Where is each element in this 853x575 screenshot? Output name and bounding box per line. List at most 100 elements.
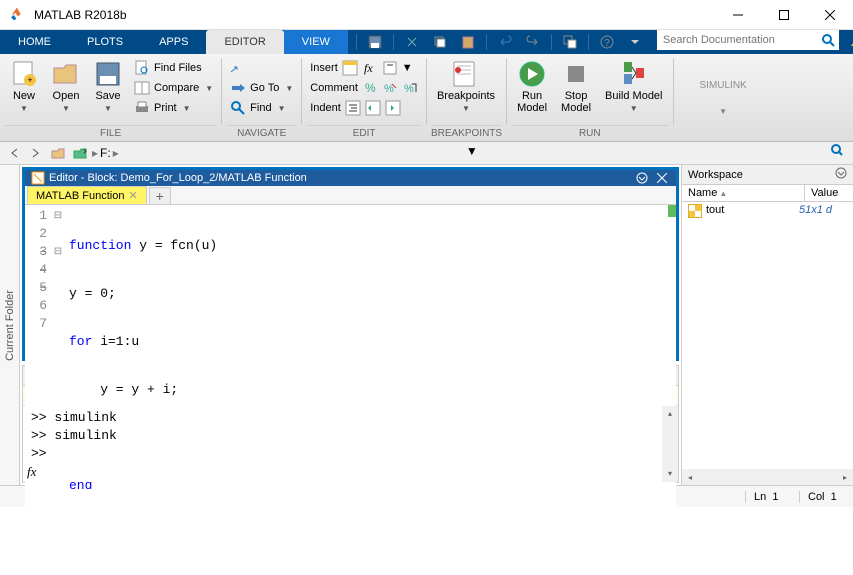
- workspace-col-name[interactable]: Name▲: [682, 185, 805, 201]
- svg-text:+: +: [27, 75, 32, 85]
- status-col: Col 1: [799, 491, 845, 503]
- code-analyzer-marker[interactable]: [668, 205, 676, 217]
- minimize-button[interactable]: [715, 0, 761, 30]
- goto-button[interactable]: Go To▼: [226, 78, 297, 98]
- editor-panel-close-icon[interactable]: [654, 170, 670, 186]
- status-line: Ln 1: [745, 491, 791, 503]
- goto-icon: [230, 80, 246, 96]
- workspace-title: Workspace: [688, 169, 743, 181]
- svg-text:%: %: [404, 83, 414, 95]
- svg-text:?: ?: [604, 38, 610, 49]
- nav-up-button[interactable]: [48, 144, 68, 162]
- new-button[interactable]: + New ▼: [4, 56, 44, 117]
- tab-editor[interactable]: EDITOR: [206, 30, 283, 54]
- add-tab-button[interactable]: +: [149, 187, 171, 204]
- command-window-body[interactable]: >> simulink >> simulink >> fx ▴▾: [23, 406, 678, 482]
- stop-icon: [562, 60, 590, 88]
- editor-panel-icon: [31, 171, 45, 185]
- run-model-button[interactable]: Run Model: [511, 56, 553, 118]
- svg-text:fx: fx: [364, 61, 373, 75]
- find-icon: [230, 100, 246, 116]
- group-label-navigate: NAVIGATE: [226, 125, 297, 141]
- search-button[interactable]: [817, 30, 839, 50]
- breakpoints-button[interactable]: Breakpoints ▼: [431, 56, 501, 117]
- qat-switch-windows-icon[interactable]: [558, 32, 582, 52]
- save-button[interactable]: Save ▼: [88, 56, 128, 117]
- group-label-breakpoints: BREAKPOINTS: [431, 125, 502, 141]
- insert-placeholder-icon: [226, 58, 297, 78]
- comment-wrap-icon[interactable]: %: [402, 80, 418, 96]
- insert-fx-icon[interactable]: fx: [362, 60, 378, 76]
- editor-panel-actions-icon[interactable]: [634, 170, 650, 186]
- indent-label: Indent: [310, 102, 341, 114]
- nav-dropdown[interactable]: ▼: [466, 144, 484, 162]
- search-documentation-input[interactable]: [657, 31, 817, 49]
- window-title: MATLAB R2018b: [34, 8, 127, 22]
- workspace-col-value[interactable]: Value: [805, 185, 853, 201]
- path-drive[interactable]: F:▸: [100, 146, 119, 160]
- indent-auto-icon[interactable]: [345, 100, 361, 116]
- group-label-file: FILE: [4, 125, 217, 141]
- new-icon: +: [10, 60, 38, 88]
- file-tab-close-icon[interactable]: ✕: [128, 189, 137, 202]
- simulink-group[interactable]: SIMULINK ▼: [694, 76, 753, 120]
- insert-fold-icon[interactable]: [382, 60, 398, 76]
- qat-copy-icon[interactable]: [428, 32, 452, 52]
- breakpoints-icon: [452, 60, 480, 88]
- code-editor[interactable]: function y = fcn(u) y = 0; for i=1:u y =…: [65, 205, 676, 575]
- indent-left-icon[interactable]: [385, 100, 401, 116]
- qat-cut-icon[interactable]: [400, 32, 424, 52]
- nav-forward-button[interactable]: [26, 144, 46, 162]
- build-icon: [620, 60, 648, 88]
- nav-browse-button[interactable]: [70, 144, 90, 162]
- nav-back-button[interactable]: [4, 144, 24, 162]
- qat-help-icon[interactable]: ?: [595, 32, 619, 52]
- fx-prompt-icon[interactable]: fx: [27, 464, 36, 480]
- open-button[interactable]: Open ▼: [46, 56, 86, 117]
- insert-section-icon[interactable]: [342, 60, 358, 76]
- qat-paste-icon[interactable]: [456, 32, 480, 52]
- stop-model-button[interactable]: Stop Model: [555, 56, 597, 118]
- compare-button[interactable]: Compare▼: [130, 78, 217, 98]
- tab-apps[interactable]: APPS: [141, 30, 206, 54]
- current-folder-tab[interactable]: Current Folder: [0, 165, 20, 485]
- run-icon: [518, 60, 546, 88]
- insert-label: Insert: [310, 62, 338, 74]
- nav-search-icon[interactable]: [831, 144, 849, 162]
- notifications-icon[interactable]: [849, 34, 853, 50]
- find-files-button[interactable]: Find Files: [130, 58, 217, 78]
- qat-undo-icon[interactable]: [493, 32, 517, 52]
- tab-view[interactable]: VIEW: [284, 30, 348, 54]
- editor-panel-title: Editor - Block: Demo_For_Loop_2/MATLAB F…: [49, 172, 307, 184]
- comment-remove-icon[interactable]: %: [382, 80, 398, 96]
- tab-plots[interactable]: PLOTS: [69, 30, 141, 54]
- qat-help-dropdown[interactable]: [623, 32, 647, 52]
- print-icon: [134, 100, 150, 116]
- save-icon: [94, 60, 122, 88]
- build-model-button[interactable]: Build Model ▼: [599, 56, 668, 117]
- workspace-actions-icon[interactable]: [835, 167, 847, 182]
- qat-redo-icon[interactable]: [521, 32, 545, 52]
- matlab-logo-icon: [8, 6, 26, 24]
- svg-text:%: %: [365, 81, 376, 95]
- command-scrollbar[interactable]: ▴▾: [662, 406, 678, 482]
- variable-icon: [688, 204, 702, 218]
- find-files-icon: [134, 60, 150, 76]
- print-button[interactable]: Print▼: [130, 98, 217, 118]
- line-number-gutter: 1 2 – 3 – 4 – 5 6 7: [25, 205, 51, 575]
- indent-right-icon[interactable]: [365, 100, 381, 116]
- comment-add-icon[interactable]: %: [362, 80, 378, 96]
- workspace-row[interactable]: tout 51x1 d: [682, 202, 853, 220]
- fold-column[interactable]: ⊟⊟: [51, 205, 65, 575]
- qat-save-icon[interactable]: [363, 32, 387, 52]
- file-tab-matlab-function[interactable]: MATLAB Function ✕: [27, 186, 147, 204]
- maximize-button[interactable]: [761, 0, 807, 30]
- group-label-run: RUN: [511, 125, 668, 141]
- close-button[interactable]: [807, 0, 853, 30]
- comment-label: Comment: [310, 82, 358, 94]
- find-button[interactable]: Find▼: [226, 98, 297, 118]
- path-separator: ▸: [92, 146, 98, 160]
- workspace-hscrollbar[interactable]: ◂▸: [682, 469, 853, 485]
- tab-home[interactable]: HOME: [0, 30, 69, 54]
- open-icon: [52, 60, 80, 88]
